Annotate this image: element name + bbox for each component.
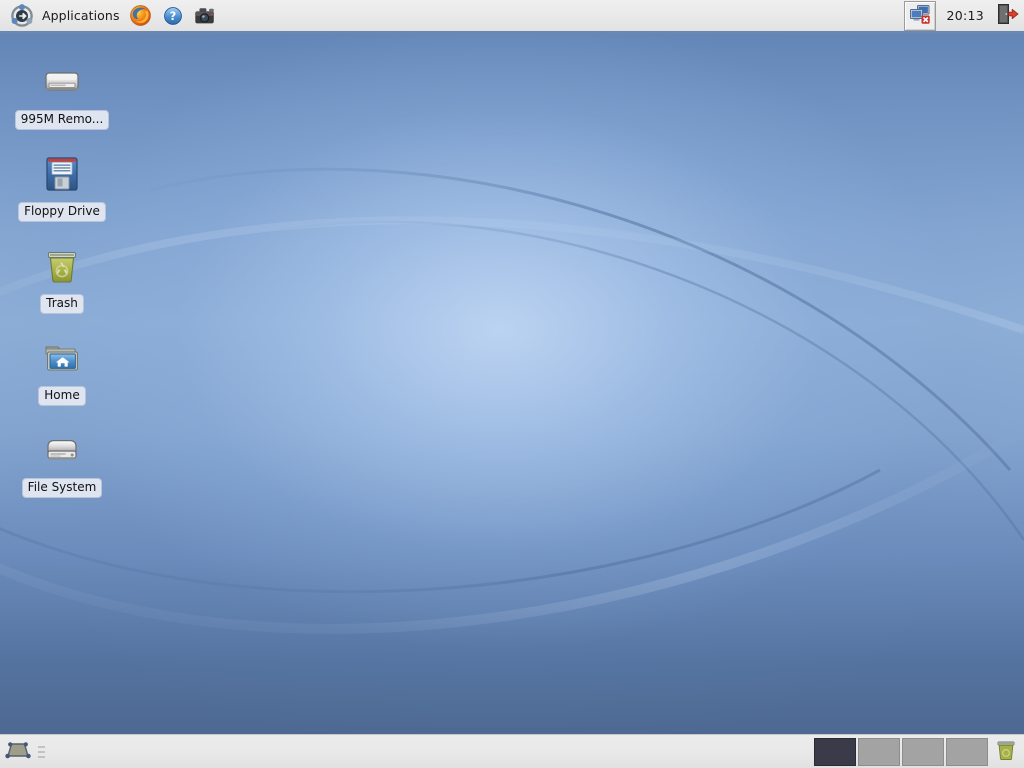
workspace-2[interactable] [858,737,900,766]
show-desktop-button[interactable] [3,737,33,767]
desktop-screen: Applications ? 20:13 995M Remo... Floppy… [0,0,1024,768]
top-panel-right-group: 20:13 [904,0,1024,31]
desktop-icon-label: 995M Remo... [14,110,110,130]
desktop-icon-label: Home [38,386,86,406]
desktop-icon-floppy-drive[interactable]: Floppy Drive [2,150,122,222]
bottom-panel-right-group [814,735,1024,768]
desktop-icon-home[interactable]: Home [2,334,122,406]
desktop-icon-area: 995M Remo... Floppy Drive Trash Home Fil… [0,34,1024,734]
hard-drive-icon [38,426,86,474]
applications-menu-label: Applications [42,8,120,23]
help-launcher[interactable]: ? [159,2,187,30]
logout-button[interactable] [994,2,1020,30]
door-exit-icon [995,2,1019,30]
disconnect-session-button[interactable] [904,0,937,31]
svg-text:?: ? [169,9,176,23]
show-desktop-icon [5,739,31,765]
trash-can-icon [38,242,86,290]
workspace-1[interactable] [814,737,856,766]
home-folder-icon [38,334,86,382]
screenshot-launcher[interactable] [191,2,219,30]
bottom-panel [0,734,1024,768]
bottom-panel-left-group [0,735,49,768]
desktop-icon-label: File System [21,478,103,498]
desktop-icon-removable-drive[interactable]: 995M Remo... [2,58,122,130]
desktop-icon-file-system[interactable]: File System [2,426,122,498]
applications-logo-icon [8,2,36,30]
trash-can-icon [994,738,1018,766]
applications-menu-button[interactable]: Applications [5,2,123,30]
workspace-3[interactable] [902,737,944,766]
workspace-switcher[interactable] [814,737,988,767]
desktop-icon-trash[interactable]: Trash [2,242,122,314]
removable-drive-icon [38,58,86,106]
top-panel-left-group: Applications ? [0,0,219,31]
desktop-icon-label: Floppy Drive [18,202,106,222]
firefox-launcher[interactable] [127,2,155,30]
workspace-4[interactable] [946,737,988,766]
top-panel: Applications ? 20:13 [0,0,1024,34]
floppy-disk-icon [38,150,86,198]
clock[interactable]: 20:13 [938,8,992,23]
trash-applet[interactable] [992,737,1020,767]
monitor-disconnect-icon [908,3,932,29]
panel-drag-handle[interactable] [36,739,46,765]
desktop-icon-label: Trash [40,294,84,314]
